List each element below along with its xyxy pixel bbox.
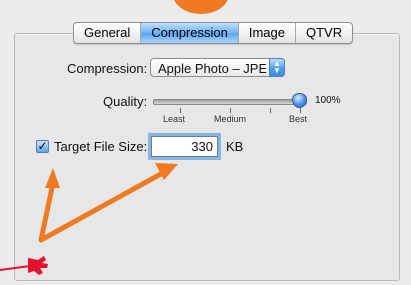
orange-arrow-annotation: [38, 167, 171, 243]
arrow-head-up: [45, 168, 60, 188]
pointing-hand-icon: [0, 256, 48, 275]
annotation-overlay: [0, 163, 178, 275]
